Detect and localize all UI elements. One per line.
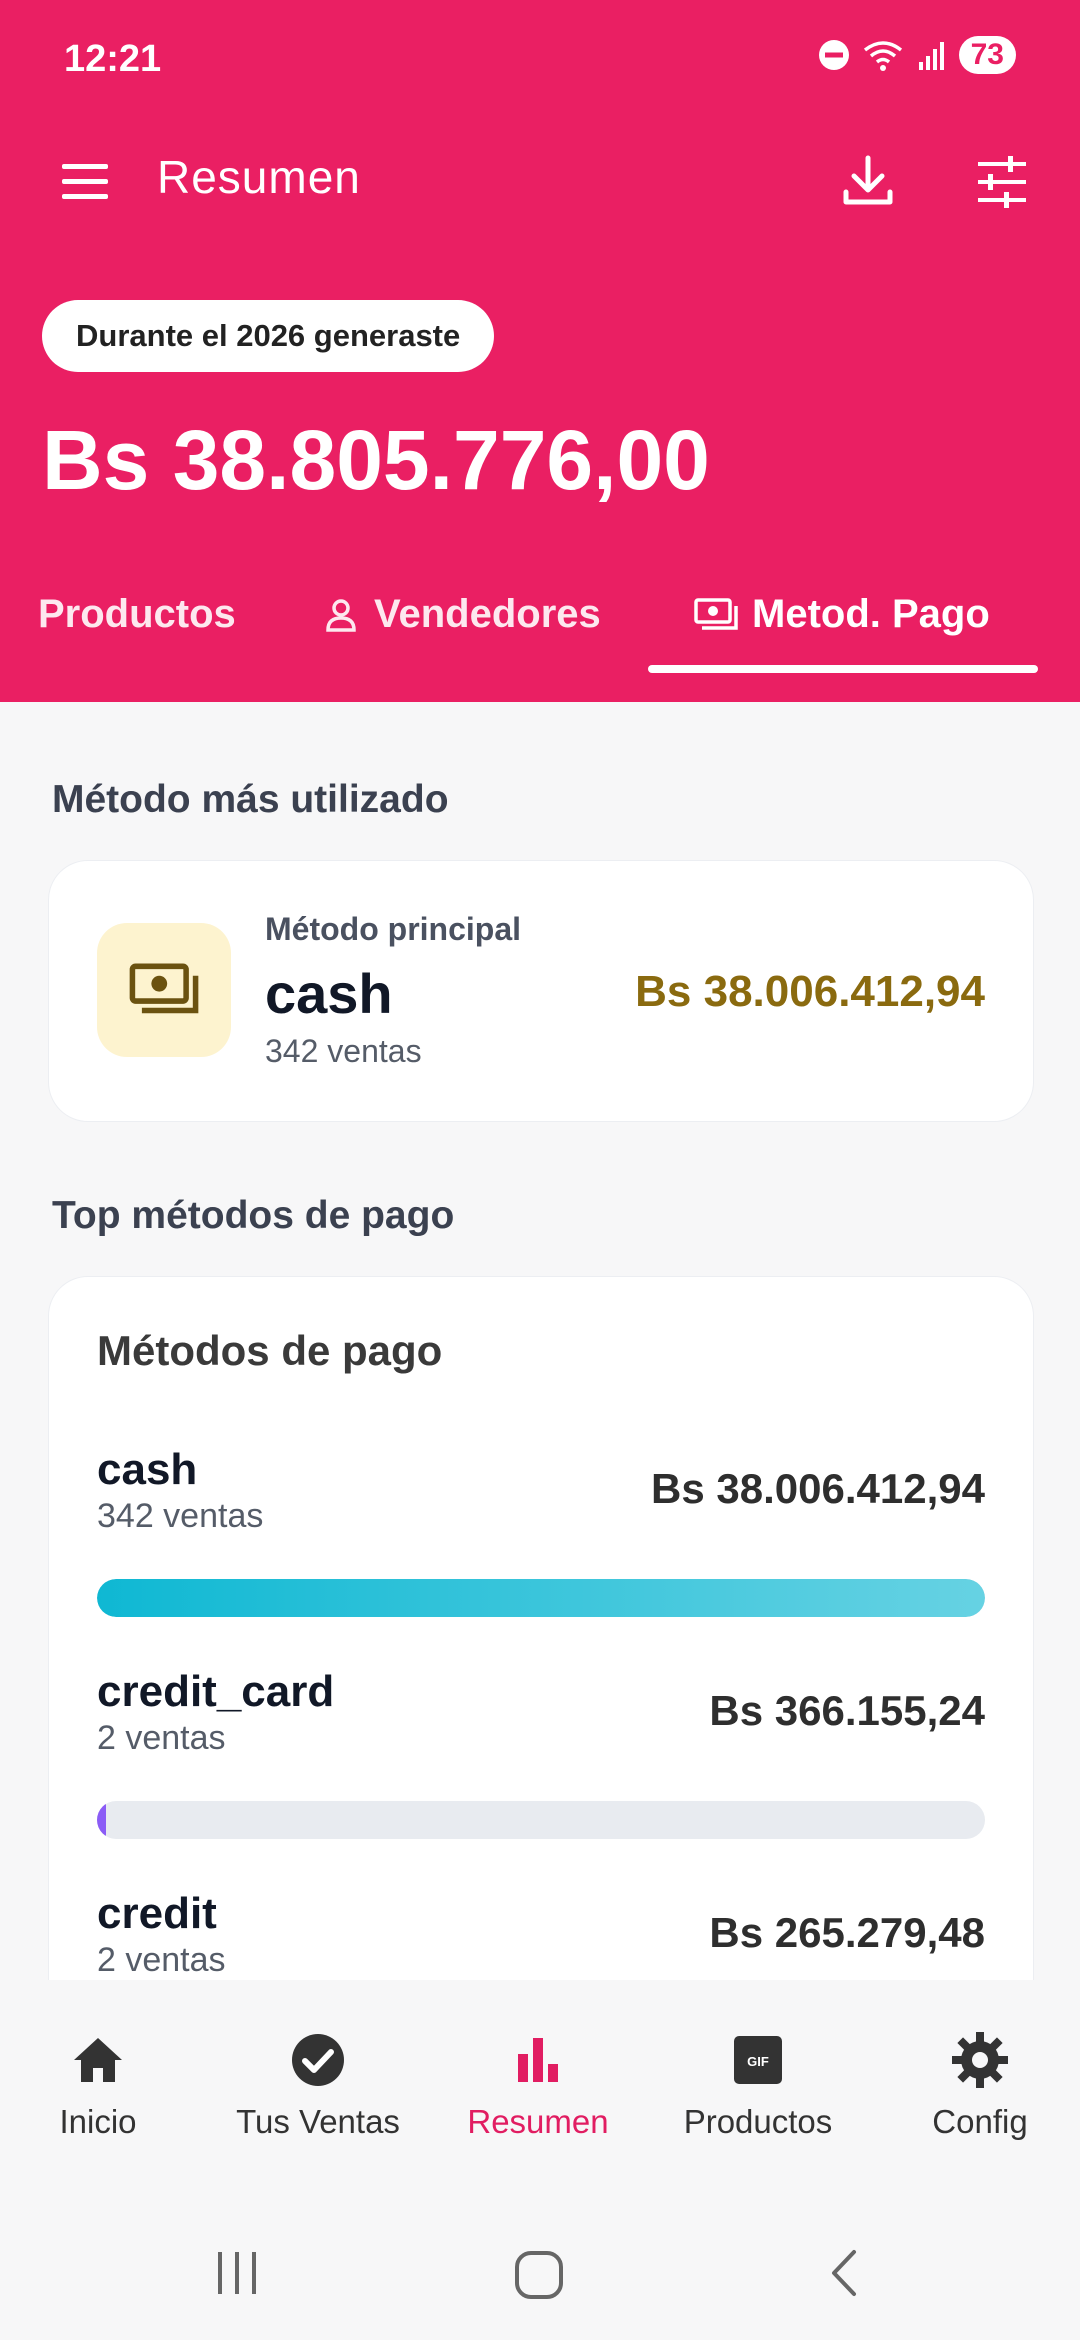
row-amount: Bs 265.279,48: [709, 1909, 985, 1956]
menu-icon[interactable]: [56, 152, 120, 212]
nav-label: Resumen: [467, 2103, 609, 2140]
tab-vendedores[interactable]: Vendedores: [322, 592, 601, 637]
row-count: 2 ventas: [97, 1941, 226, 1979]
bar-chart-icon: [518, 2038, 558, 2082]
nav-label: Productos: [683, 2103, 833, 2140]
method-count: 342 ventas: [265, 1033, 422, 1069]
recents-icon[interactable]: [212, 2248, 262, 2298]
tab-indicator: [648, 665, 1038, 673]
total-amount: Bs 38.805.776,00: [42, 413, 710, 507]
nav-tus-ventas[interactable]: Tus Ventas: [218, 2030, 418, 2141]
row-amount: Bs 38.006.412,94: [651, 1465, 985, 1512]
progress-track: [97, 1801, 985, 1839]
row-name: credit_card: [97, 1667, 335, 1716]
wifi-icon: [863, 41, 902, 71]
back-icon[interactable]: [820, 2248, 870, 2298]
progress-fill: [97, 1801, 106, 1839]
home-button-icon[interactable]: [512, 2248, 566, 2302]
status-time: 12:21: [64, 38, 162, 80]
nav-inicio[interactable]: Inicio: [0, 2030, 198, 2141]
nav-label: Inicio: [59, 2103, 137, 2140]
row-name: cash: [97, 1445, 198, 1494]
status-icons: 73: [817, 36, 1016, 74]
row-count: 2 ventas: [97, 1719, 226, 1757]
payments-icon: [694, 597, 738, 630]
row-count: 342 ventas: [97, 1497, 264, 1535]
method-amount: Bs 38.006.412,94: [635, 967, 985, 1016]
list-item[interactable]: cash 342 ventas Bs 38.006.412,94: [97, 1445, 985, 1625]
download-icon[interactable]: [836, 150, 900, 214]
nav-label: Tus Ventas: [236, 2103, 400, 2140]
person-icon: [326, 598, 356, 632]
page-title: Resumen: [157, 151, 361, 203]
card-title: Métodos de pago: [97, 1327, 443, 1374]
progress-fill: [97, 1579, 985, 1617]
gif-icon: GIF: [734, 2036, 782, 2084]
battery-level: 73: [958, 36, 1016, 74]
top-methods-card: Métodos de pago cash 342 ventas Bs 38.00…: [48, 1276, 1034, 2038]
progress-track: [97, 1579, 985, 1617]
check-circle-icon: [292, 2034, 344, 2086]
top-methods-section-title: Top métodos de pago: [52, 1194, 455, 1237]
system-navigation: [0, 2220, 1080, 2340]
tune-icon[interactable]: [970, 150, 1034, 214]
dnd-icon: [818, 40, 849, 70]
method-name: cash: [265, 962, 393, 1025]
home-icon: [74, 2038, 122, 2082]
app-header: 12:21 73 Resumen Durante el 2026 generas…: [0, 0, 1080, 702]
bottom-navigation: Inicio Tus Ventas Resumen GIF Productos …: [0, 1980, 1080, 2180]
tab-label: Vendedores: [374, 592, 601, 636]
nav-resumen[interactable]: Resumen: [438, 2030, 638, 2141]
list-item[interactable]: credit_card 2 ventas Bs 366.155,24: [97, 1667, 985, 1847]
tab-label: Productos: [38, 592, 236, 636]
row-name: credit: [97, 1889, 217, 1938]
svg-text:GIF: GIF: [747, 2054, 769, 2069]
row-amount: Bs 366.155,24: [709, 1687, 985, 1734]
method-icon-box: [97, 923, 231, 1057]
method-caption: Método principal: [265, 911, 521, 947]
tab-productos[interactable]: Productos: [38, 592, 236, 637]
nav-config[interactable]: Config: [880, 2030, 1080, 2141]
nav-label: Config: [932, 2103, 1028, 2140]
nav-productos[interactable]: GIF Productos: [658, 2030, 858, 2141]
tab-metod-pago[interactable]: Metod. Pago: [694, 592, 990, 637]
most-used-section-title: Método más utilizado: [52, 778, 449, 821]
period-pill: Durante el 2026 generaste: [42, 300, 495, 372]
gear-icon: [952, 2032, 1008, 2088]
signal-icon: [918, 42, 944, 70]
tab-label: Metod. Pago: [752, 592, 990, 636]
list-item[interactable]: credit 2 ventas Bs 265.279,48: [97, 1889, 985, 1989]
payments-icon: [129, 963, 199, 1014]
most-used-card[interactable]: Método principal cash 342 ventas Bs 38.0…: [48, 860, 1034, 1122]
